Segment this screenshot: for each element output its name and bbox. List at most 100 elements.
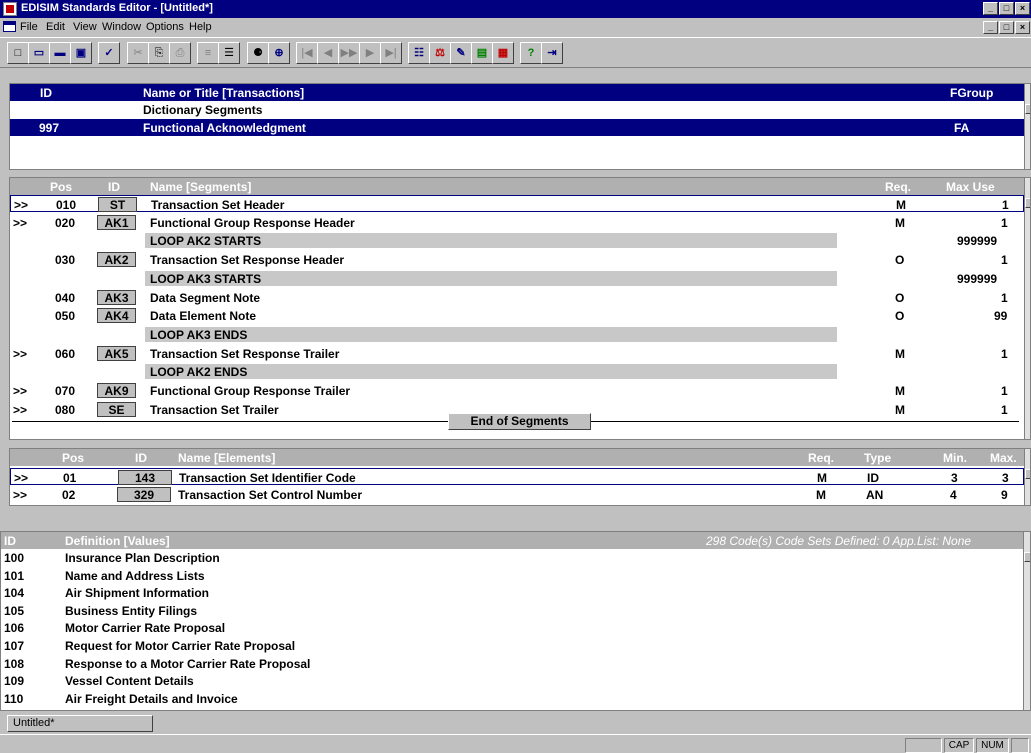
value-row[interactable]: 100 Insurance Plan Description [1, 549, 1023, 566]
scroll-thumb[interactable] [1025, 104, 1030, 114]
close-button[interactable]: × [1015, 2, 1030, 15]
exit-icon[interactable]: ⇥ [541, 42, 563, 64]
open-icon[interactable]: ▭ [28, 42, 50, 64]
previous-record-icon[interactable]: ◀ [317, 42, 339, 64]
col-id[interactable]: ID [40, 86, 52, 100]
doc-restore-button[interactable]: □ [999, 21, 1014, 34]
segment-name: Transaction Set Response Header [150, 253, 345, 268]
document-icon[interactable]: ▤ [471, 42, 493, 64]
value-row[interactable]: 106 Motor Carrier Rate Proposal [1, 619, 1023, 636]
col-min[interactable]: Min. [943, 451, 967, 465]
value-definition: Business Entity Filings [65, 603, 198, 618]
document-window-icon[interactable] [3, 21, 16, 32]
segment-pos: 040 [55, 290, 76, 305]
save-icon[interactable]: ▣ [70, 42, 92, 64]
values-scrollbar[interactable] [1023, 532, 1030, 710]
scroll-thumb[interactable] [1024, 552, 1030, 562]
segment-row[interactable]: LOOP AK2 ENDS [10, 363, 1024, 380]
open-folder-icon[interactable]: ▬ [49, 42, 71, 64]
document-tab[interactable]: Untitled* [7, 715, 153, 732]
value-row[interactable]: 108 Response to a Motor Carrier Rate Prop… [1, 655, 1023, 672]
doc-minimize-button[interactable]: _ [983, 21, 998, 34]
spellcheck-icon[interactable]: ✓ [98, 42, 120, 64]
value-row[interactable]: 101 Name and Address Lists [1, 567, 1023, 584]
value-row[interactable]: 110 Air Freight Details and Invoice [1, 690, 1023, 707]
next-record-icon[interactable]: ▶ [359, 42, 381, 64]
col-type[interactable]: Type [864, 451, 891, 465]
segment-row[interactable]: LOOP AK2 STARTS 999999 [10, 232, 1024, 249]
new-icon[interactable]: □ [7, 42, 29, 64]
last-record-icon[interactable]: ▶| [380, 42, 402, 64]
fast-forward-icon[interactable]: ▶▶ [338, 42, 360, 64]
segment-list-icon[interactable]: ☷ [408, 42, 430, 64]
menu-help[interactable]: Help [189, 21, 212, 33]
segment-row[interactable]: >> 070 AK9 Functional Group Response Traile… [10, 382, 1024, 399]
transaction-row[interactable]: Dictionary Segments [10, 101, 1024, 118]
col-definition[interactable]: Definition [Values] [65, 534, 170, 548]
segment-row[interactable]: LOOP AK3 STARTS 999999 [10, 270, 1024, 287]
segment-row[interactable]: 040 AK3 Data Segment Note O 1 [10, 289, 1024, 306]
transaction-row-selected[interactable]: 997 Functional Acknowledgment FA [10, 119, 1024, 136]
elements-scrollbar[interactable] [1024, 449, 1030, 505]
value-row[interactable]: 105 Business Entity Filings [1, 602, 1023, 619]
help-icon[interactable]: ? [520, 42, 542, 64]
col-pos[interactable]: Pos [50, 180, 72, 194]
col-id[interactable]: ID [135, 451, 147, 465]
segment-row[interactable]: 050 AK4 Data Element Note O 99 [10, 307, 1024, 324]
paste-icon[interactable]: ⎙ [169, 42, 191, 64]
element-row[interactable]: >> 02 329 Transaction Set Control Number M AN… [10, 486, 1024, 503]
value-definition: Name and Address Lists [65, 568, 205, 583]
col-req[interactable]: Req. [885, 180, 911, 194]
col-pos[interactable]: Pos [62, 451, 84, 465]
insert-icon[interactable]: ≡ [197, 42, 219, 64]
segment-id-text: AK3 [104, 290, 129, 305]
menu-options[interactable]: Options [146, 21, 184, 33]
edit-icon[interactable]: ✎ [450, 42, 472, 64]
col-id[interactable]: ID [108, 180, 120, 194]
segment-row[interactable]: >> 020 AK1 Functional Group Response Header… [10, 214, 1024, 231]
menu-file[interactable]: File [20, 21, 38, 33]
segment-row[interactable]: 030 AK2 Transaction Set Response Header O 1 [10, 251, 1024, 268]
compare-icon[interactable]: ⚖ [429, 42, 451, 64]
segments-scrollbar[interactable] [1024, 178, 1030, 439]
col-name[interactable]: Name [Elements] [178, 451, 275, 465]
window-title: EDISIM Standards Editor - [Untitled*] [21, 2, 213, 14]
segment-max-use: 1 [1001, 215, 1008, 230]
segment-row[interactable]: LOOP AK3 ENDS [10, 326, 1024, 343]
scroll-thumb[interactable] [1025, 198, 1030, 208]
copy-icon[interactable]: ⎘ [148, 42, 170, 64]
segment-row[interactable]: >> 060 AK5 Transaction Set Response Trailer… [10, 345, 1024, 362]
minimize-button[interactable]: _ [983, 2, 998, 15]
col-name[interactable]: Name [Segments] [150, 180, 251, 194]
segment-row[interactable]: >> 010 ST Transaction Set Header M 1 [10, 195, 1024, 212]
report-icon[interactable]: ▦ [492, 42, 514, 64]
segment-id: AK3 [97, 289, 136, 305]
cut-icon[interactable]: ✂ [127, 42, 149, 64]
doc-close-button[interactable]: × [1015, 21, 1030, 34]
menu-view[interactable]: View [73, 21, 97, 33]
zoom-icon[interactable]: ⊕ [268, 42, 290, 64]
find-icon[interactable]: ⚈ [247, 42, 269, 64]
element-name: Transaction Set Control Number [178, 488, 363, 502]
value-row[interactable]: 104 Air Shipment Information [1, 584, 1023, 601]
segment-id: AK1 [97, 214, 136, 230]
element-row[interactable]: >> 01 143 Transaction Set Identifier Code M I… [10, 468, 1024, 485]
first-record-icon[interactable]: |◀ [296, 42, 318, 64]
transactions-scrollbar[interactable] [1024, 84, 1030, 169]
col-name[interactable]: Name or Title [Transactions] [143, 86, 304, 100]
value-code: 109 [4, 674, 25, 689]
col-req[interactable]: Req. [808, 451, 834, 465]
col-fgroup[interactable]: FGroup [950, 86, 993, 100]
value-row[interactable]: 107 Request for Motor Carrier Rate Propos… [1, 637, 1023, 654]
segment-max-use: 1 [1001, 384, 1008, 398]
col-max-use[interactable]: Max Use [946, 180, 995, 194]
properties-icon[interactable]: ☰ [218, 42, 240, 64]
col-id[interactable]: ID [4, 534, 16, 548]
app-icon[interactable] [3, 2, 17, 16]
menu-edit[interactable]: Edit [46, 21, 65, 33]
value-row[interactable]: 109 Vessel Content Details [1, 672, 1023, 689]
scroll-thumb[interactable] [1025, 469, 1030, 479]
maximize-button[interactable]: □ [999, 2, 1014, 15]
menu-window[interactable]: Window [102, 21, 141, 33]
col-max[interactable]: Max. [990, 451, 1017, 465]
